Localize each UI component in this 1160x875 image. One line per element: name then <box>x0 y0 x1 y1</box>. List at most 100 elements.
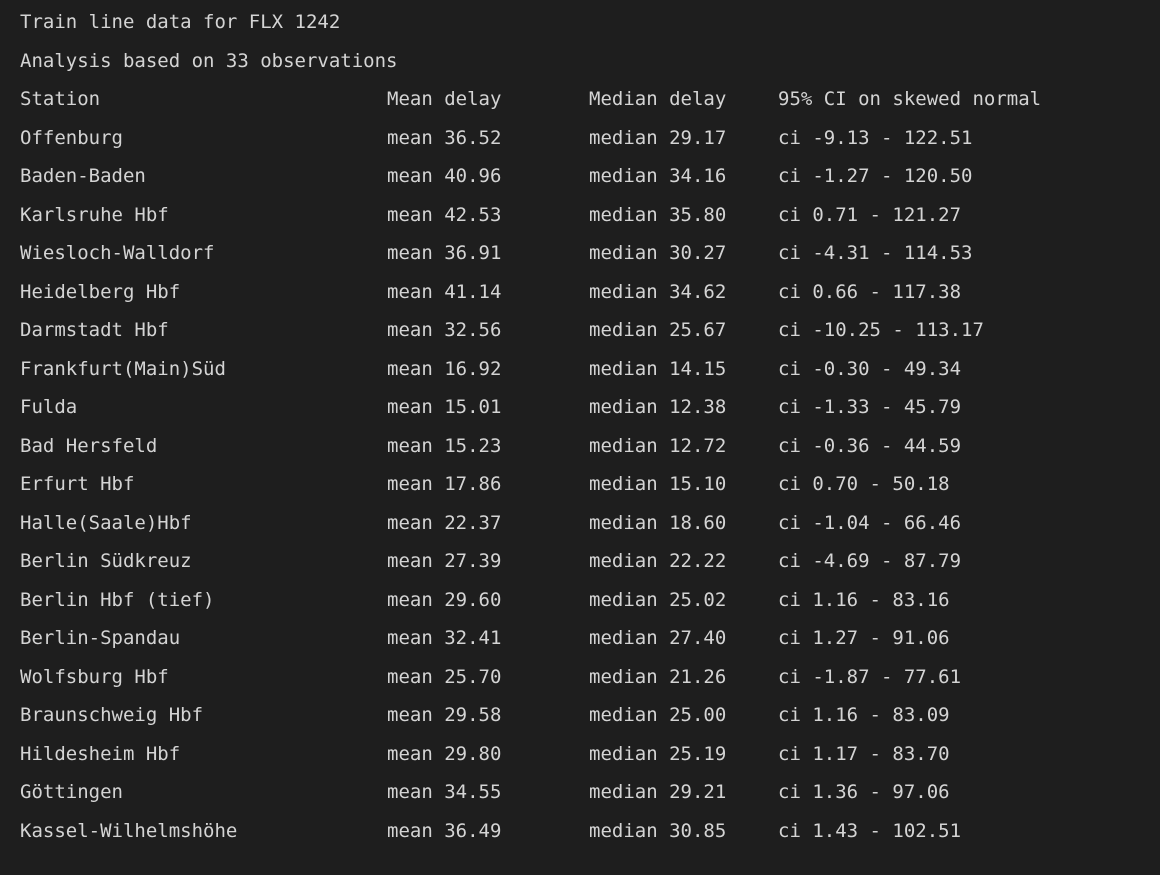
median-cell: median 21.26 <box>589 665 727 688</box>
median-cell: median 29.21 <box>589 781 727 803</box>
table-row: Berlin Hbf (tief) mean 29.60 median 25.02 c… <box>20 581 1160 620</box>
table-row: Halle(Saale)Hbf mean 22.37 median 18.60 ci … <box>20 504 1160 543</box>
table-row: Kassel-Wilhelmshöhe mean 36.49 median 30.8… <box>20 812 1160 851</box>
mean-cell: mean 36.91 <box>387 242 502 264</box>
table-row: Bad Hersfeld mean 15.23 median 12.72 ci -0.… <box>20 427 1160 466</box>
header-mean-delay: Mean delay <box>387 88 502 110</box>
station-cell: Göttingen <box>20 781 123 803</box>
mean-cell: mean 29.80 <box>387 742 502 765</box>
ci-cell: ci 0.71 - 121.27 <box>778 203 962 226</box>
table-row: Frankfurt(Main)Süd mean 16.92 median 14.15… <box>20 350 1160 389</box>
table-row: Göttingen mean 34.55 median 29.21 ci 1.36 -… <box>20 773 1160 812</box>
mean-cell: mean 32.56 <box>387 319 502 341</box>
station-cell: Frankfurt(Main)Süd <box>20 357 226 380</box>
median-cell: median 25.19 <box>589 742 727 765</box>
mean-cell: mean 25.70 <box>387 665 502 688</box>
output-title: Train line data for FLX 1242 <box>20 11 341 33</box>
ci-cell: ci 1.16 - 83.09 <box>778 704 950 726</box>
station-cell: Wiesloch-Walldorf <box>20 242 215 264</box>
mean-cell: mean 29.58 <box>387 704 502 726</box>
median-cell: median 25.00 <box>589 704 727 726</box>
median-cell: median 22.22 <box>589 550 727 572</box>
median-cell: median 27.40 <box>589 627 727 649</box>
header-station: Station <box>20 88 101 110</box>
ci-cell: ci -1.33 - 45.79 <box>778 396 962 418</box>
mean-cell: mean 22.37 <box>387 511 502 534</box>
ci-cell: ci -0.36 - 44.59 <box>778 434 962 457</box>
ci-cell: ci -9.13 - 122.51 <box>778 126 973 149</box>
ci-cell: ci 0.66 - 117.38 <box>778 280 962 303</box>
median-cell: median 12.38 <box>589 396 727 418</box>
table-body: Offenburg mean 36.52 median 29.17 ci -9.13 … <box>20 119 1160 851</box>
station-cell: Braunschweig Hbf <box>20 704 204 726</box>
station-cell: Halle(Saale)Hbf <box>20 511 192 534</box>
median-cell: median 30.27 <box>589 242 727 264</box>
median-cell: median 14.15 <box>589 357 727 380</box>
station-cell: Heidelberg Hbf <box>20 280 181 303</box>
station-cell: Wolfsburg Hbf <box>20 665 169 688</box>
station-cell: Erfurt Hbf <box>20 473 135 495</box>
table-row: Braunschweig Hbf mean 29.58 median 25.00 ci… <box>20 696 1160 735</box>
table-row: Erfurt Hbf mean 17.86 median 15.10 ci 0.70 … <box>20 465 1160 504</box>
ci-cell: ci 1.43 - 102.51 <box>778 819 962 842</box>
mean-cell: mean 41.14 <box>387 280 502 303</box>
mean-cell: mean 40.96 <box>387 165 502 187</box>
ci-cell: ci 1.16 - 83.16 <box>778 588 950 611</box>
station-cell: Bad Hersfeld <box>20 434 158 457</box>
station-cell: Kassel-Wilhelmshöhe <box>20 819 238 842</box>
mean-cell: mean 36.49 <box>387 819 502 842</box>
table-row: Darmstadt Hbf mean 32.56 median 25.67 ci -1… <box>20 311 1160 350</box>
mean-cell: mean 42.53 <box>387 203 502 226</box>
median-cell: median 12.72 <box>589 434 727 457</box>
station-cell: Darmstadt Hbf <box>20 319 169 341</box>
station-cell: Hildesheim Hbf <box>20 742 181 765</box>
station-cell: Fulda <box>20 396 78 418</box>
table-row: Hildesheim Hbf mean 29.80 median 25.19 ci 1… <box>20 735 1160 774</box>
ci-cell: ci 1.27 - 91.06 <box>778 627 950 649</box>
median-cell: median 34.62 <box>589 280 727 303</box>
station-cell: Offenburg <box>20 126 123 149</box>
median-cell: median 30.85 <box>589 819 727 842</box>
ci-cell: ci -4.69 - 87.79 <box>778 550 962 572</box>
station-cell: Berlin Südkreuz <box>20 550 192 572</box>
median-cell: median 15.10 <box>589 473 727 495</box>
ci-cell: ci 1.17 - 83.70 <box>778 742 950 765</box>
table-row: Fulda mean 15.01 median 12.38 ci -1.33 - 45… <box>20 388 1160 427</box>
ci-cell: ci -1.04 - 66.46 <box>778 511 962 534</box>
table-header: Station Mean delay Median delay 95% CI o… <box>20 80 1160 119</box>
median-cell: median 25.02 <box>589 588 727 611</box>
output-subtitle: Analysis based on 33 observations <box>20 49 398 72</box>
station-cell: Berlin-Spandau <box>20 627 181 649</box>
table-row: Heidelberg Hbf mean 41.14 median 34.62 ci 0… <box>20 273 1160 312</box>
median-cell: median 29.17 <box>589 126 727 149</box>
mean-cell: mean 27.39 <box>387 550 502 572</box>
median-cell: median 34.16 <box>589 165 727 187</box>
table-row: Wiesloch-Walldorf mean 36.91 median 30.27 c… <box>20 234 1160 273</box>
station-cell: Baden-Baden <box>20 165 146 187</box>
ci-cell: ci -1.27 - 120.50 <box>778 165 973 187</box>
mean-cell: mean 16.92 <box>387 357 502 380</box>
median-cell: median 35.80 <box>589 203 727 226</box>
table-row: Offenburg mean 36.52 median 29.17 ci -9.13 … <box>20 119 1160 158</box>
mean-cell: mean 15.01 <box>387 396 502 418</box>
station-cell: Berlin Hbf (tief) <box>20 588 215 611</box>
terminal-output: Train line data for FLX 1242 Analysis ba… <box>0 0 1160 875</box>
mean-cell: mean 32.41 <box>387 627 502 649</box>
table-row: Berlin-Spandau mean 32.41 median 27.40 ci 1… <box>20 619 1160 658</box>
ci-cell: ci 0.70 - 50.18 <box>778 473 950 495</box>
median-cell: median 25.67 <box>589 319 727 341</box>
median-cell: median 18.60 <box>589 511 727 534</box>
mean-cell: mean 36.52 <box>387 126 502 149</box>
mean-cell: mean 29.60 <box>387 588 502 611</box>
ci-cell: ci -0.30 - 49.34 <box>778 357 962 380</box>
table-row: Baden-Baden mean 40.96 median 34.16 ci -1.2… <box>20 157 1160 196</box>
table-row: Wolfsburg Hbf mean 25.70 median 21.26 ci -1… <box>20 658 1160 697</box>
ci-cell: ci 1.36 - 97.06 <box>778 781 950 803</box>
mean-cell: mean 34.55 <box>387 781 502 803</box>
mean-cell: mean 17.86 <box>387 473 502 495</box>
station-cell: Karlsruhe Hbf <box>20 203 169 226</box>
ci-cell: ci -1.87 - 77.61 <box>778 665 962 688</box>
header-ci: 95% CI on skewed normal <box>778 88 1042 110</box>
ci-cell: ci -10.25 - 113.17 <box>778 319 984 341</box>
mean-cell: mean 15.23 <box>387 434 502 457</box>
